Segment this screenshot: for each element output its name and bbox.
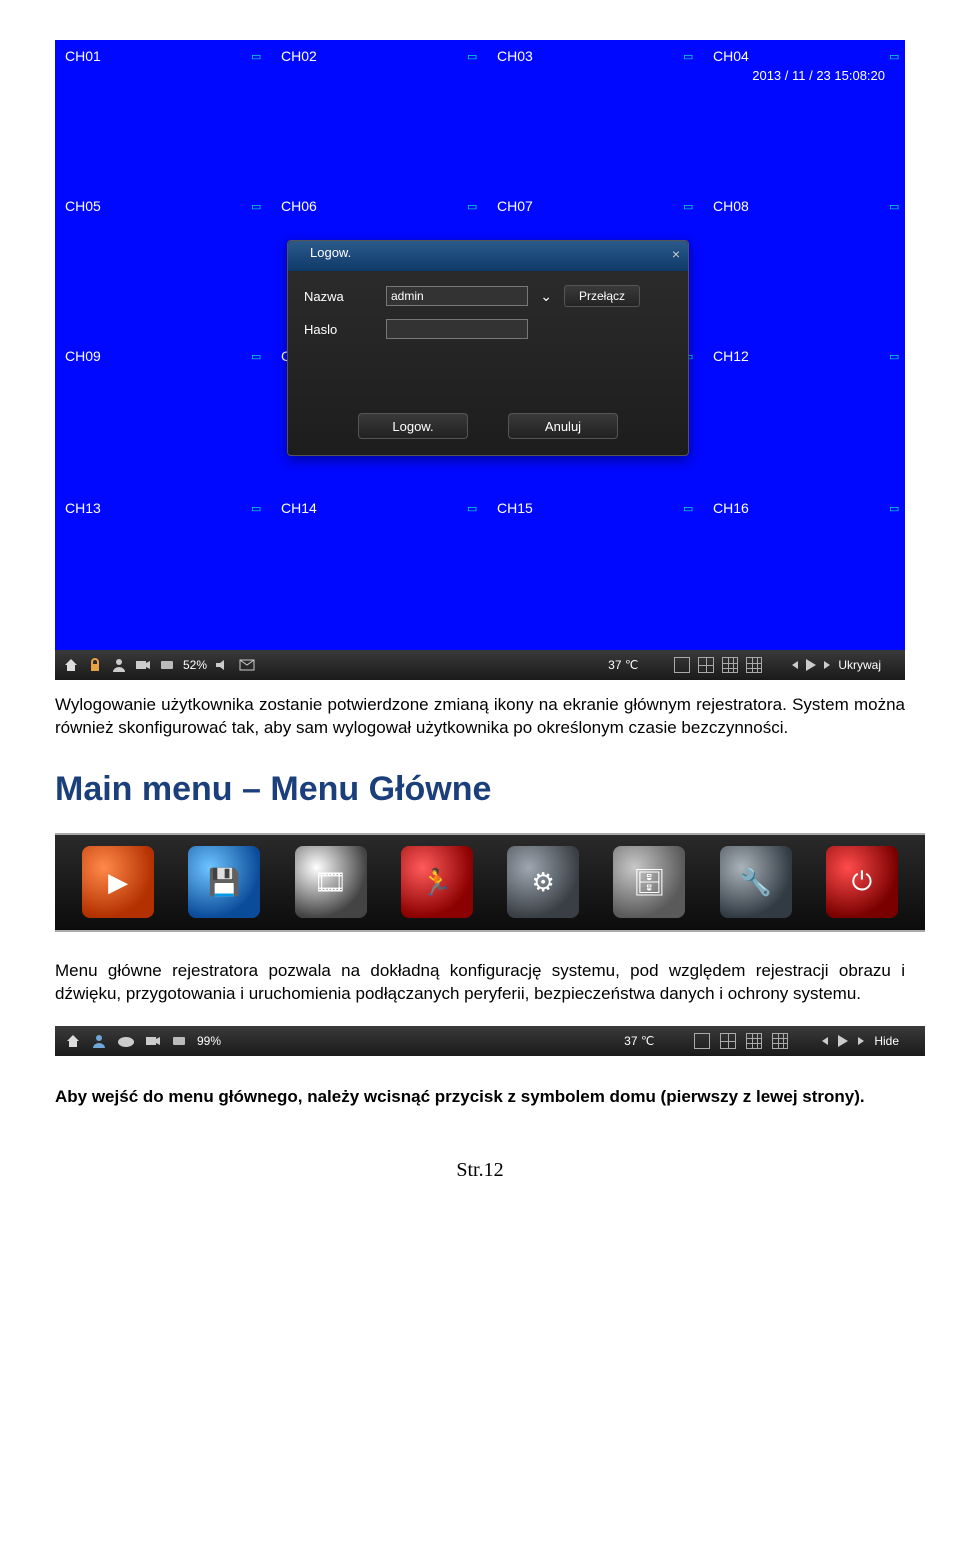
name-input[interactable]	[386, 286, 528, 306]
grid1-icon[interactable]	[674, 657, 690, 673]
channel-icon: ▭	[467, 50, 477, 63]
taskbar-secondary: 99% 37 ℃ Hide	[55, 1026, 925, 1056]
channel-label: CH12	[713, 348, 749, 364]
disk-percent: 52%	[183, 658, 207, 672]
password-label: Haslo	[304, 322, 386, 337]
menu-save-icon[interactable]: 💾	[188, 846, 260, 918]
channel-label: CH09	[65, 348, 101, 364]
channel-label: CH02	[281, 48, 317, 64]
page-number: Str.12	[55, 1159, 905, 1182]
channel-icon: ▭	[467, 502, 477, 515]
grid1-icon[interactable]	[694, 1033, 710, 1049]
login-dialog: Logow. × Nazwa ⌄ Przełącz Haslo	[287, 240, 689, 456]
hide-button[interactable]: Hide	[874, 1034, 915, 1048]
grid9-icon[interactable]	[746, 1033, 762, 1049]
cloud-icon[interactable]	[117, 1034, 135, 1048]
dialog-title: Logow.	[310, 245, 351, 260]
menu-tools-icon[interactable]: 🔧	[720, 846, 792, 918]
disk-icon[interactable]	[171, 1033, 187, 1049]
play-icon[interactable]	[806, 659, 816, 671]
grid9-icon[interactable]	[722, 657, 738, 673]
channel-icon: ▭	[251, 502, 261, 515]
next-icon[interactable]	[858, 1037, 864, 1045]
grid4-icon[interactable]	[720, 1033, 736, 1049]
grid16-icon[interactable]	[746, 657, 762, 673]
dialog-titlebar: Logow. ×	[288, 241, 688, 271]
channel-icon: ▭	[683, 502, 693, 515]
channel-label: CH01	[65, 48, 101, 64]
channel-label: CH15	[497, 500, 533, 516]
channel-label: CH13	[65, 500, 101, 516]
close-icon[interactable]: ×	[672, 246, 680, 262]
channel-label: CH04	[713, 48, 749, 64]
menu-settings-icon[interactable]: ⚙	[507, 846, 579, 918]
play-icon[interactable]	[838, 1035, 848, 1047]
menu-video-icon[interactable]: ▶	[82, 846, 154, 918]
home-icon[interactable]	[63, 657, 79, 673]
heading-main-menu: Main menu – Menu Główne	[55, 770, 905, 809]
prev-icon[interactable]	[792, 661, 798, 669]
paragraph-3: Aby wejść do menu głównego, należy wcisn…	[55, 1086, 905, 1109]
channel-icon: ▭	[889, 200, 899, 213]
login-button[interactable]: Logow.	[358, 413, 468, 439]
channel-label: CH14	[281, 500, 317, 516]
datetime-label: 2013 / 11 / 23 15:08:20	[752, 68, 885, 83]
channel-label: CH08	[713, 198, 749, 214]
cancel-button[interactable]: Anuluj	[508, 413, 618, 439]
grid16-icon[interactable]	[772, 1033, 788, 1049]
dvr-screen: CH01 ▭ CH02 ▭ CH03 ▭ CH04 ▭ 2013 / 11 / …	[55, 40, 905, 680]
switch-button[interactable]: Przełącz	[564, 285, 640, 307]
channel-label: CH05	[65, 198, 101, 214]
home-icon[interactable]	[65, 1033, 81, 1049]
next-icon[interactable]	[824, 661, 830, 669]
channel-icon: ▭	[889, 50, 899, 63]
channel-label: CH07	[497, 198, 533, 214]
password-input[interactable]	[386, 319, 528, 339]
hide-button[interactable]: Ukrywaj	[838, 658, 897, 672]
menu-film-icon[interactable]: 🎞	[295, 846, 367, 918]
channel-icon: ▭	[251, 350, 261, 363]
lock-icon[interactable]	[87, 657, 103, 673]
channel-icon: ▭	[683, 200, 693, 213]
name-label: Nazwa	[304, 289, 386, 304]
menu-power-icon[interactable]: ⏻	[826, 846, 898, 918]
user-icon[interactable]	[111, 657, 127, 673]
menu-motion-icon[interactable]: 🏃	[401, 846, 473, 918]
channel-icon: ▭	[683, 50, 693, 63]
prev-icon[interactable]	[822, 1037, 828, 1045]
channel-icon: ▭	[889, 350, 899, 363]
temp-label: 37 ℃	[608, 658, 638, 672]
chevron-down-icon[interactable]: ⌄	[540, 288, 552, 305]
paragraph-1: Wylogowanie użytkownika zostanie potwier…	[55, 694, 905, 740]
camera-icon[interactable]	[145, 1034, 161, 1048]
taskbar: 52% 37 ℃ Ukrywaj	[55, 650, 905, 680]
camera-icon[interactable]	[135, 658, 151, 672]
channel-icon: ▭	[889, 502, 899, 515]
grid4-icon[interactable]	[698, 657, 714, 673]
channel-icon: ▭	[251, 200, 261, 213]
user-icon[interactable]	[91, 1033, 107, 1049]
menu-disk-icon[interactable]: 🗄	[613, 846, 685, 918]
channel-label: CH03	[497, 48, 533, 64]
main-menu-strip: ▶ 💾 🎞 🏃 ⚙ 🗄 🔧 ⏻	[55, 833, 925, 932]
channel-icon: ▭	[467, 200, 477, 213]
paragraph-2: Menu główne rejestratora pozwala na dokł…	[55, 960, 905, 1006]
channel-icon: ▭	[251, 50, 261, 63]
disk-percent: 99%	[197, 1034, 221, 1048]
mail-icon[interactable]	[239, 659, 255, 671]
channel-label: CH16	[713, 500, 749, 516]
disk-icon[interactable]	[159, 657, 175, 673]
volume-icon[interactable]	[215, 658, 231, 672]
temp-label: 37 ℃	[624, 1034, 654, 1048]
channel-label: CH06	[281, 198, 317, 214]
